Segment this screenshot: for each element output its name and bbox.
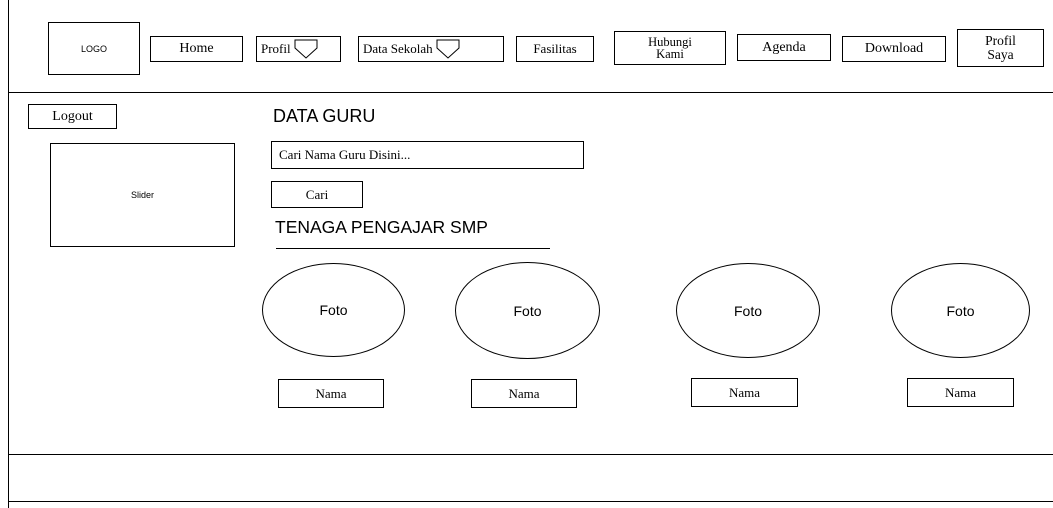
- footer: [9, 455, 1053, 501]
- nav-download-button[interactable]: Download: [842, 36, 946, 62]
- section-title: TENAGA PENGAJAR SMP: [275, 217, 488, 237]
- nav-profil-label: Profil: [261, 41, 291, 56]
- teacher-photo: Foto: [891, 263, 1030, 358]
- teacher-photo: Foto: [262, 263, 405, 357]
- nav-fasilitas-button[interactable]: Fasilitas: [516, 36, 594, 62]
- teacher-photo: Foto: [455, 262, 600, 359]
- chevron-down-icon: [294, 39, 318, 59]
- nav-hubungi-kami-button[interactable]: Hubungi Kami: [614, 31, 726, 65]
- teacher-name[interactable]: Nama: [907, 378, 1014, 407]
- search-button[interactable]: Cari: [271, 181, 363, 208]
- nav-data-sekolah-label: Data Sekolah: [363, 41, 433, 56]
- nav-profil-saya-button[interactable]: Profil Saya: [957, 29, 1044, 67]
- nav-home-button[interactable]: Home: [150, 36, 243, 62]
- logo: LOGO: [48, 22, 140, 75]
- nav-hubungi-kami-line2: Kami: [656, 47, 684, 61]
- teacher-name[interactable]: Nama: [691, 378, 798, 407]
- nav-data-sekolah-dropdown[interactable]: Data Sekolah: [358, 36, 504, 62]
- header-divider: [8, 92, 1053, 93]
- slider: Slider: [50, 143, 235, 247]
- logout-button[interactable]: Logout: [28, 104, 117, 129]
- search-input[interactable]: Cari Nama Guru Disini...: [271, 141, 584, 169]
- nav-profil-dropdown[interactable]: Profil: [256, 36, 341, 62]
- section-title-underline: [276, 248, 550, 249]
- teacher-name[interactable]: Nama: [471, 379, 577, 408]
- nav-agenda-button[interactable]: Agenda: [737, 34, 831, 61]
- chevron-down-icon: [436, 39, 460, 59]
- teacher-photo: Foto: [676, 263, 820, 358]
- nav-profil-saya-line1: Profil: [985, 33, 1016, 48]
- page-title: DATA GURU: [273, 106, 376, 126]
- nav-profil-saya-line2: Saya: [987, 47, 1014, 62]
- footer-bottom-border: [8, 501, 1053, 502]
- left-border: [8, 0, 9, 508]
- teacher-name[interactable]: Nama: [278, 379, 384, 408]
